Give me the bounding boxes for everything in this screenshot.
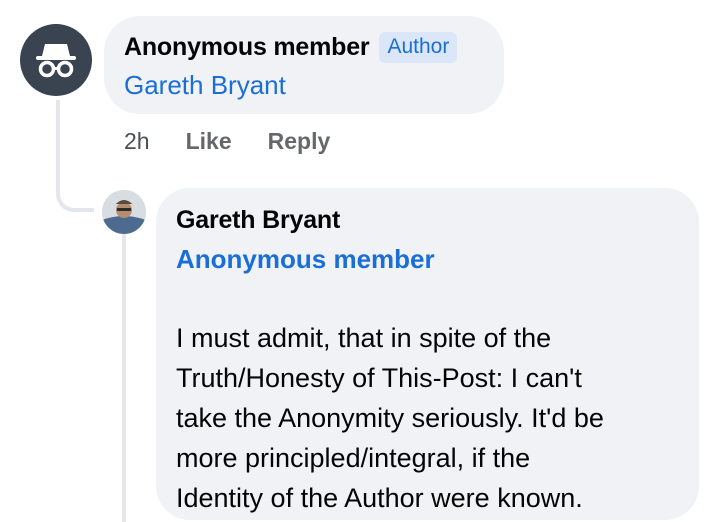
author-badge: Author bbox=[379, 31, 458, 63]
comment-header: Anonymous member Author bbox=[124, 30, 484, 64]
anonymous-avatar[interactable] bbox=[20, 24, 92, 96]
reply-bubble: Gareth Bryant Anonymous member I must ad… bbox=[156, 188, 699, 520]
reply-text: I must admit, that in spite of the Truth… bbox=[176, 323, 604, 513]
reply-tagged-user[interactable]: Anonymous member bbox=[176, 242, 679, 276]
comment-thread: Anonymous member Author Gareth Bryant 2h… bbox=[0, 0, 720, 522]
reply-avatar[interactable] bbox=[102, 190, 146, 234]
thread-connector bbox=[56, 100, 94, 212]
comment-author-name[interactable]: Anonymous member bbox=[124, 33, 370, 62]
like-button[interactable]: Like bbox=[186, 128, 232, 155]
reply-author-name[interactable]: Gareth Bryant bbox=[176, 204, 679, 236]
comment-timestamp[interactable]: 2h bbox=[124, 128, 150, 155]
incognito-icon bbox=[36, 44, 76, 78]
comment-actions: 2h Like Reply bbox=[124, 128, 330, 155]
comment-tagged-user[interactable]: Gareth Bryant bbox=[124, 70, 484, 101]
thread-connector-reply bbox=[122, 232, 126, 522]
reply-button[interactable]: Reply bbox=[268, 128, 331, 155]
profile-photo-icon bbox=[102, 190, 146, 234]
comment-bubble: Anonymous member Author Gareth Bryant bbox=[104, 16, 504, 114]
